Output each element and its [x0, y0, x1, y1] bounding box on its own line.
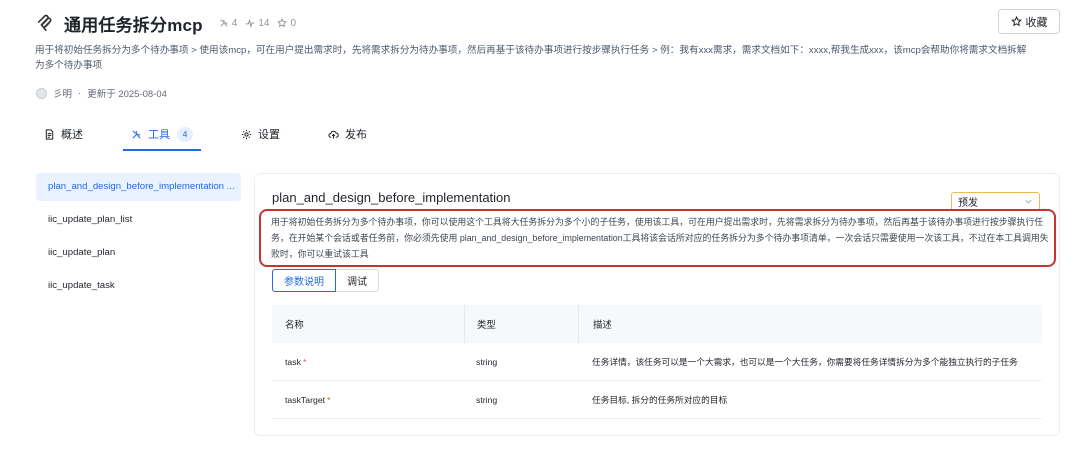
tool-name-heading: plan_and_design_before_implementation: [272, 190, 511, 205]
collect-button[interactable]: 收藏: [998, 9, 1060, 34]
mcp-logo-icon: [37, 14, 52, 32]
mcp-description: 用于将初始任务拆分为多个待办事项 > 使用该mcp，可在用户提出需求时，先将需求…: [35, 45, 1027, 71]
tab-debug[interactable]: 调试: [336, 269, 379, 292]
col-header-type: 类型: [464, 305, 578, 343]
table-row: task * string 任务详情，该任务可以是一个大需求，也可以是一个大任务，…: [272, 343, 1042, 381]
tools-icon: [220, 19, 228, 27]
param-name-cell: taskTarget *: [272, 395, 464, 405]
activity-icon: [246, 18, 255, 28]
tool-description: 用于将初始任务拆分为多个待办事项，你可以使用这个工具将大任务拆分为多个小的子任务…: [271, 217, 1049, 259]
main-tabs: 概述 工具 4 设置 发布: [36, 119, 407, 151]
param-name-cell: task *: [272, 357, 464, 367]
required-mark: *: [327, 394, 331, 405]
param-name: taskTarget: [285, 394, 326, 405]
star-outline-icon: [277, 18, 288, 28]
star-count-value: 0: [290, 17, 297, 29]
tab-param-docs[interactable]: 参数说明: [272, 269, 336, 292]
tool-list-sidebar: plan_and_design_before_implementation ..…: [36, 173, 241, 305]
param-type: string: [476, 356, 498, 367]
tab-publish[interactable]: 发布: [320, 119, 375, 149]
star-icon: [1010, 16, 1022, 27]
tool-detail-panel: plan_and_design_before_implementation 预发…: [254, 173, 1060, 436]
gear-icon: [241, 129, 252, 139]
tab-overview[interactable]: 概述: [36, 119, 91, 149]
param-desc: 任务目标, 拆分的任务所对应的目标: [592, 395, 728, 405]
page-title: 通用任务拆分mcp: [64, 15, 203, 35]
call-count-value: 14: [258, 17, 270, 29]
col-header-name: 名称: [285, 319, 304, 330]
tab-tools[interactable]: 工具 4: [123, 119, 201, 151]
chevron-down-icon: [1025, 199, 1032, 204]
tool-sub-tabs: 参数说明 调试: [272, 269, 379, 292]
col-header-desc: 描述: [578, 305, 1042, 343]
document-icon: [45, 128, 54, 140]
table-header: 名称 类型 描述: [272, 305, 1042, 343]
required-mark: *: [302, 356, 307, 367]
stats-bar: 4 14 0: [219, 18, 296, 29]
call-count-stat: 14: [245, 18, 269, 29]
tab-publish-label: 发布: [345, 129, 367, 141]
tools-icon: [132, 129, 141, 139]
param-name: task: [285, 356, 301, 367]
sidebar-item-plan-and-design[interactable]: plan_and_design_before_implementation ..…: [36, 173, 241, 201]
tab-settings-label: 设置: [258, 129, 280, 141]
star-count-stat: 0: [277, 18, 296, 29]
params-table: 名称 类型 描述 task * string 任务详情，该任务可以是一个大需求，也…: [272, 305, 1042, 419]
meta-separator: ·: [78, 87, 82, 99]
table-row: taskTarget * string 任务目标, 拆分的任务所对应的目标: [272, 381, 1042, 419]
collect-button-label: 收藏: [1025, 16, 1048, 29]
tool-count-value: 4: [231, 17, 238, 29]
page-header: 通用任务拆分mcp 4 14 0 收藏: [36, 9, 1060, 35]
cloud-upload-icon: [328, 130, 339, 139]
sidebar-item-update-plan[interactable]: iic_update_plan: [36, 239, 241, 267]
author-name[interactable]: 彡明: [53, 86, 72, 100]
param-desc: 任务详情，该任务可以是一个大需求，也可以是一个大任务，你需要将任务详情拆分为多个…: [592, 357, 1018, 367]
tab-overview-label: 概述: [61, 129, 83, 141]
sidebar-item-update-plan-list[interactable]: iic_update_plan_list: [36, 206, 241, 234]
avatar: [36, 87, 47, 99]
tools-count-badge: 4: [177, 126, 193, 142]
sidebar-item-update-task[interactable]: iic_update_task: [36, 272, 241, 300]
tab-tools-label: 工具: [148, 129, 170, 141]
tab-settings[interactable]: 设置: [233, 119, 288, 149]
author-meta: 彡明 · 更新于 2025-08-04: [36, 86, 167, 100]
version-select-value: 预发: [958, 198, 978, 209]
param-type: string: [476, 394, 498, 405]
updated-date: 更新于 2025-08-04: [87, 89, 167, 100]
tool-count-stat: 4: [219, 17, 238, 29]
